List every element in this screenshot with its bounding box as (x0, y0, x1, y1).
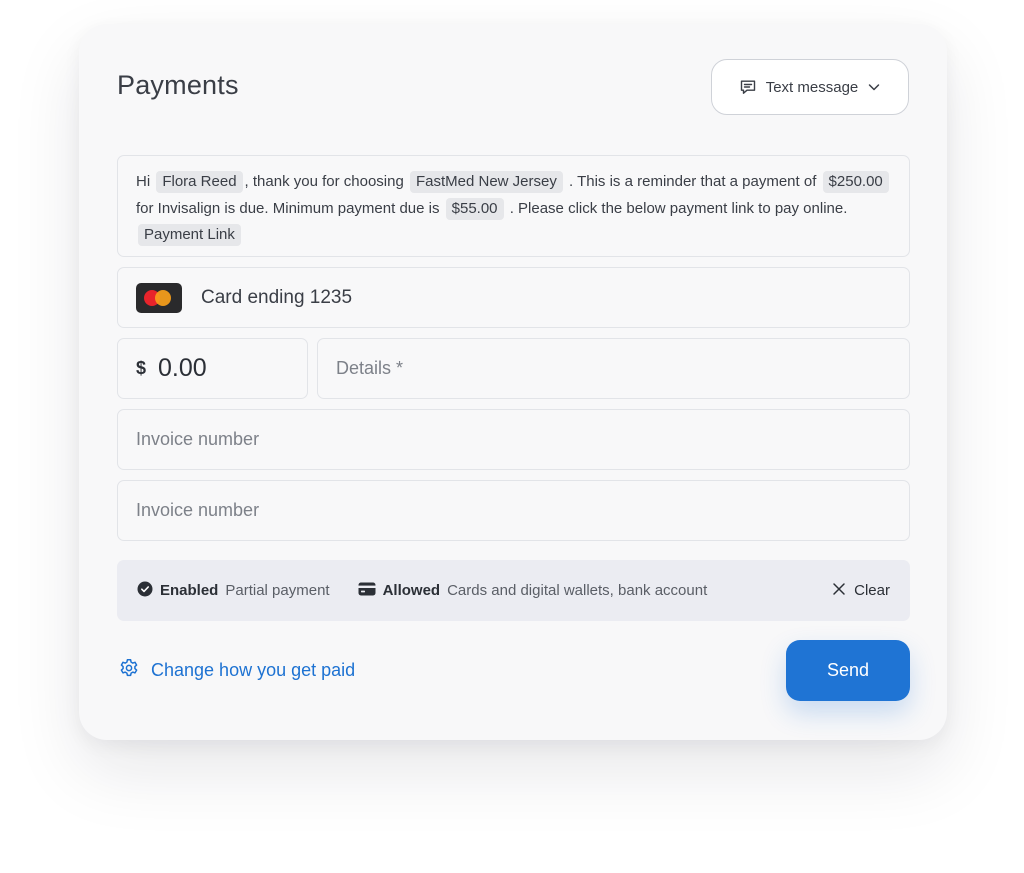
change-payout-link[interactable]: Change how you get paid (119, 658, 355, 683)
partial-status: Enabled (160, 582, 219, 599)
message-text: Hi (136, 173, 151, 190)
amount-tag: $250.00 (822, 171, 889, 193)
message-icon (739, 78, 757, 96)
chevron-down-icon (867, 80, 881, 94)
payment-options-bar: Enabled Partial payment Allowed Cards an… (117, 560, 910, 621)
send-button[interactable]: Send (786, 640, 910, 701)
currency-symbol: $ (136, 358, 147, 378)
check-circle-icon (137, 581, 153, 601)
amount-value: 0.00 (158, 354, 207, 382)
message-preview[interactable]: Hi Flora Reed, thank you for choosing Fa… (117, 155, 910, 257)
message-text: for Invisalign is due. Minimum payment d… (136, 199, 440, 217)
payment-method-select[interactable]: Card ending 1235 (117, 267, 910, 328)
page: Payments Text message Hi Flora Reed, tha… (0, 0, 1024, 873)
gear-icon (119, 658, 139, 683)
card-icon (358, 582, 376, 600)
clinic-name-tag: FastMed New Jersey (409, 171, 563, 193)
details-input[interactable]: Details * (317, 338, 910, 399)
payment-link-tag: Payment Link (138, 224, 241, 246)
payment-methods-option: Allowed Cards and digital wallets, bank … (358, 582, 708, 600)
message-text: . This is a reminder that a payment of (569, 173, 817, 190)
methods-label: Cards and digital wallets, bank account (447, 582, 708, 599)
minimum-tag: $55.00 (445, 197, 504, 220)
change-payout-label: Change how you get paid (151, 660, 356, 680)
amount-field[interactable]: $ 0.00 (117, 338, 308, 399)
partial-label: Partial payment (225, 582, 330, 599)
invoice-number-input[interactable]: Invoice number (117, 409, 910, 470)
mastercard-icon (136, 282, 182, 313)
payments-card: Payments Text message Hi Flora Reed, tha… (79, 24, 947, 740)
clear-button[interactable]: Clear (832, 582, 890, 600)
page-title: Payments (117, 70, 239, 100)
methods-status: Allowed (382, 582, 441, 599)
clear-label: Clear (854, 582, 890, 599)
partial-payment-option: Enabled Partial payment (137, 581, 330, 601)
close-icon (832, 582, 846, 600)
card-label: Card ending 1235 (201, 286, 353, 308)
message-text: . Please click the below payment link to… (509, 199, 848, 217)
invoice-number-input-2[interactable]: Invoice number (117, 480, 910, 541)
patient-name-tag: Flora Reed (156, 171, 243, 193)
message-text: , thank you for choosing (244, 173, 404, 190)
channel-select[interactable]: Text message (711, 59, 909, 115)
channel-label: Text message (765, 78, 859, 96)
